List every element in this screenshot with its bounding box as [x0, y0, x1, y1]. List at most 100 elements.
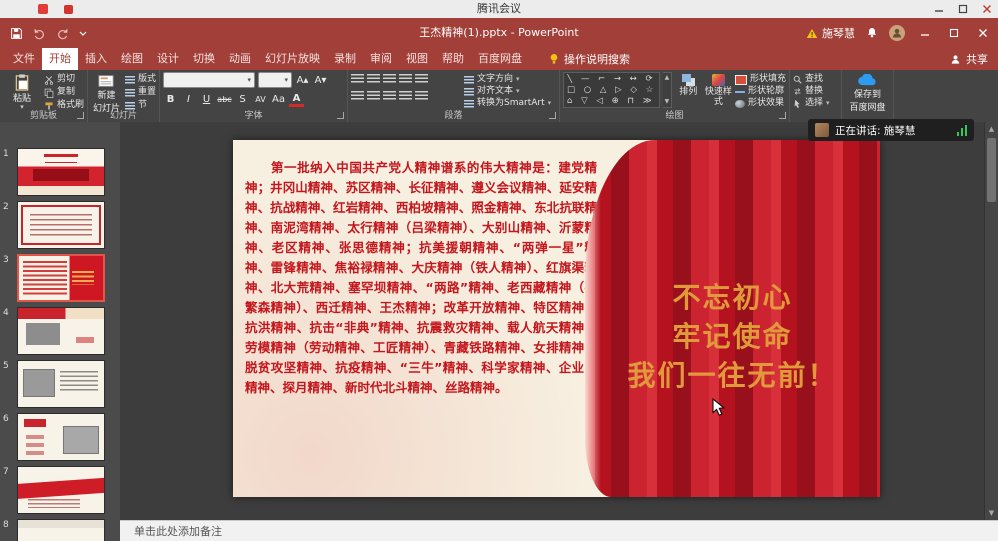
meeting-minimize-button[interactable] — [934, 4, 944, 14]
underline-button[interactable]: U — [199, 92, 214, 107]
justify-icon[interactable] — [399, 91, 412, 101]
layout-icon — [125, 76, 135, 84]
decrease-indent-icon[interactable] — [383, 74, 396, 84]
font-name-select[interactable]: ▾ — [163, 72, 255, 88]
slide-thumbnail-4[interactable] — [17, 307, 105, 355]
tell-me-search[interactable]: 操作说明搜索 — [549, 51, 630, 67]
slide-thumbnail-5[interactable] — [17, 360, 105, 408]
find-button[interactable]: 查找 — [793, 74, 830, 85]
increase-font-button[interactable]: A▴ — [295, 73, 310, 88]
share-button[interactable]: 共享 — [950, 48, 988, 70]
shape-gallery[interactable]: ╲ — ⌐ → ↔ ⟳ □ ○ △ ▷ ◇ ☆ ⌂ ▽ ◁ ⊕ ⊓ ≫ — [563, 72, 660, 108]
numbering-icon[interactable] — [367, 74, 380, 84]
arrange-button[interactable]: 排列 — [675, 72, 702, 98]
italic-button[interactable]: I — [181, 92, 196, 107]
slide-body-text[interactable]: 第一批纳入中国共产党人精神谱系的伟大精神是：建党精神；井冈山精神、苏区精神、长征… — [245, 158, 597, 398]
save-icon[interactable] — [10, 27, 23, 40]
align-center-icon[interactable] — [367, 91, 380, 101]
editor-scrollbar[interactable]: ▲ ▼ — [984, 122, 998, 520]
meeting-maximize-button[interactable] — [958, 4, 968, 14]
increase-indent-icon[interactable] — [399, 74, 412, 84]
slide-thumbnail-3[interactable] — [17, 254, 105, 302]
clipboard-dialog-launcher-icon[interactable] — [77, 112, 84, 119]
notifications-bell-icon[interactable] — [866, 24, 878, 43]
shape-row-misc[interactable]: ⌂ ▽ ◁ ⊕ ⊓ ≫ — [567, 96, 656, 106]
slide-thumbnail-2[interactable] — [17, 201, 105, 249]
tab-开始[interactable]: 开始 — [42, 48, 78, 70]
slide-thumbnail-8[interactable] — [17, 519, 105, 541]
quick-styles-icon — [712, 74, 725, 86]
align-right-icon[interactable] — [383, 91, 396, 101]
redo-icon[interactable] — [56, 27, 69, 40]
change-case-button[interactable]: Aa — [271, 92, 286, 107]
gallery-up-icon[interactable]: ▲ — [665, 73, 670, 83]
gallery-down-icon[interactable]: ▼ — [665, 97, 670, 107]
tab-帮助[interactable]: 帮助 — [435, 48, 471, 70]
font-dialog-launcher-icon[interactable] — [337, 112, 344, 119]
ppt-close-button[interactable] — [974, 28, 992, 38]
tab-切换[interactable]: 切换 — [186, 48, 222, 70]
slide-canvas[interactable]: 第一批纳入中国共产党人精神谱系的伟大精神是：建党精神；井冈山精神、苏区精神、长征… — [233, 140, 880, 497]
replace-button[interactable]: 替换 — [793, 86, 830, 97]
group-baidu-save: 保存到 百度网盘 — [842, 70, 894, 122]
customize-quick-access-icon[interactable] — [79, 29, 87, 37]
select-button[interactable]: 选择▾ — [793, 98, 830, 109]
notes-placeholder: 单击此处添加备注 — [134, 525, 222, 538]
font-size-select[interactable]: ▾ — [258, 72, 292, 88]
meeting-close-button[interactable] — [982, 4, 992, 14]
shape-fill-button[interactable]: 形状填充 — [735, 74, 786, 85]
bold-button[interactable]: B — [163, 92, 178, 107]
slide-number: 4 — [3, 307, 17, 318]
paragraph-dialog-launcher-icon[interactable] — [549, 112, 556, 119]
tab-录制[interactable]: 录制 — [327, 48, 363, 70]
account-badge[interactable]: 施琴慧 — [806, 25, 855, 41]
tab-审阅[interactable]: 审阅 — [363, 48, 399, 70]
slide-thumbnail-1[interactable] — [17, 148, 105, 196]
slide-editor-area[interactable]: 第一批纳入中国共产党人精神谱系的伟大精神是：建党精神；井冈山精神、苏区精神、长征… — [120, 122, 985, 520]
scrollbar-thumb[interactable] — [987, 138, 996, 202]
shape-fill-icon — [735, 75, 747, 85]
shape-row-lines[interactable]: ╲ — ⌐ → ↔ ⟳ — [567, 74, 656, 84]
undo-icon[interactable] — [33, 27, 46, 40]
curtain-text[interactable]: 不忘初心 牢记使命 我们一往无前！ — [585, 278, 880, 395]
ppt-restore-button[interactable] — [945, 28, 963, 38]
slide-thumbnail-6[interactable] — [17, 413, 105, 461]
tab-设计[interactable]: 设计 — [150, 48, 186, 70]
tab-视图[interactable]: 视图 — [399, 48, 435, 70]
tab-动画[interactable]: 动画 — [222, 48, 258, 70]
decrease-font-button[interactable]: A▾ — [313, 73, 328, 88]
text-shadow-button[interactable]: S — [235, 92, 250, 107]
align-left-icon[interactable] — [351, 91, 364, 101]
layout-button[interactable]: 版式 — [125, 74, 156, 85]
bullets-icon[interactable] — [351, 74, 364, 84]
save-to-baidu-button[interactable]: 保存到 百度网盘 — [845, 72, 890, 113]
paste-button[interactable]: 粘贴 ▾ — [3, 72, 41, 111]
notes-pane[interactable]: 单击此处添加备注 — [120, 520, 998, 541]
shape-outline-button[interactable]: 形状轮廓 — [735, 86, 786, 97]
columns-icon[interactable] — [415, 91, 428, 101]
tab-绘图[interactable]: 绘图 — [114, 48, 150, 70]
tab-幻灯片放映[interactable]: 幻灯片放映 — [258, 48, 327, 70]
ppt-minimize-button[interactable] — [916, 28, 934, 38]
slide-panel: 12345678 — [0, 122, 121, 541]
slide-thumbnail-7[interactable] — [17, 466, 105, 514]
tab-百度网盘[interactable]: 百度网盘 — [471, 48, 529, 70]
font-color-button[interactable]: A — [289, 92, 304, 107]
align-text-button[interactable]: 对齐文本▾ — [464, 86, 551, 97]
reset-button[interactable]: 重置 — [125, 87, 156, 98]
line-spacing-icon[interactable] — [415, 74, 428, 84]
scroll-down-icon[interactable]: ▼ — [985, 509, 998, 517]
tab-插入[interactable]: 插入 — [78, 48, 114, 70]
user-avatar[interactable] — [889, 25, 905, 41]
copy-button[interactable]: 复制 — [44, 87, 84, 98]
scroll-up-icon[interactable]: ▲ — [985, 125, 998, 133]
shape-row-basic[interactable]: □ ○ △ ▷ ◇ ☆ — [567, 85, 656, 95]
curtain-graphic[interactable]: 不忘初心 牢记使命 我们一往无前！ — [585, 140, 880, 497]
cut-button[interactable]: 剪切 — [44, 74, 84, 85]
drawing-dialog-launcher-icon[interactable] — [779, 112, 786, 119]
tab-文件[interactable]: 文件 — [6, 48, 42, 70]
character-spacing-button[interactable]: AV — [253, 92, 268, 107]
quick-styles-button[interactable]: 快速样式 — [705, 72, 732, 107]
strikethrough-button[interactable]: abc — [217, 92, 232, 107]
text-direction-button[interactable]: 文字方向▾ — [464, 74, 551, 85]
